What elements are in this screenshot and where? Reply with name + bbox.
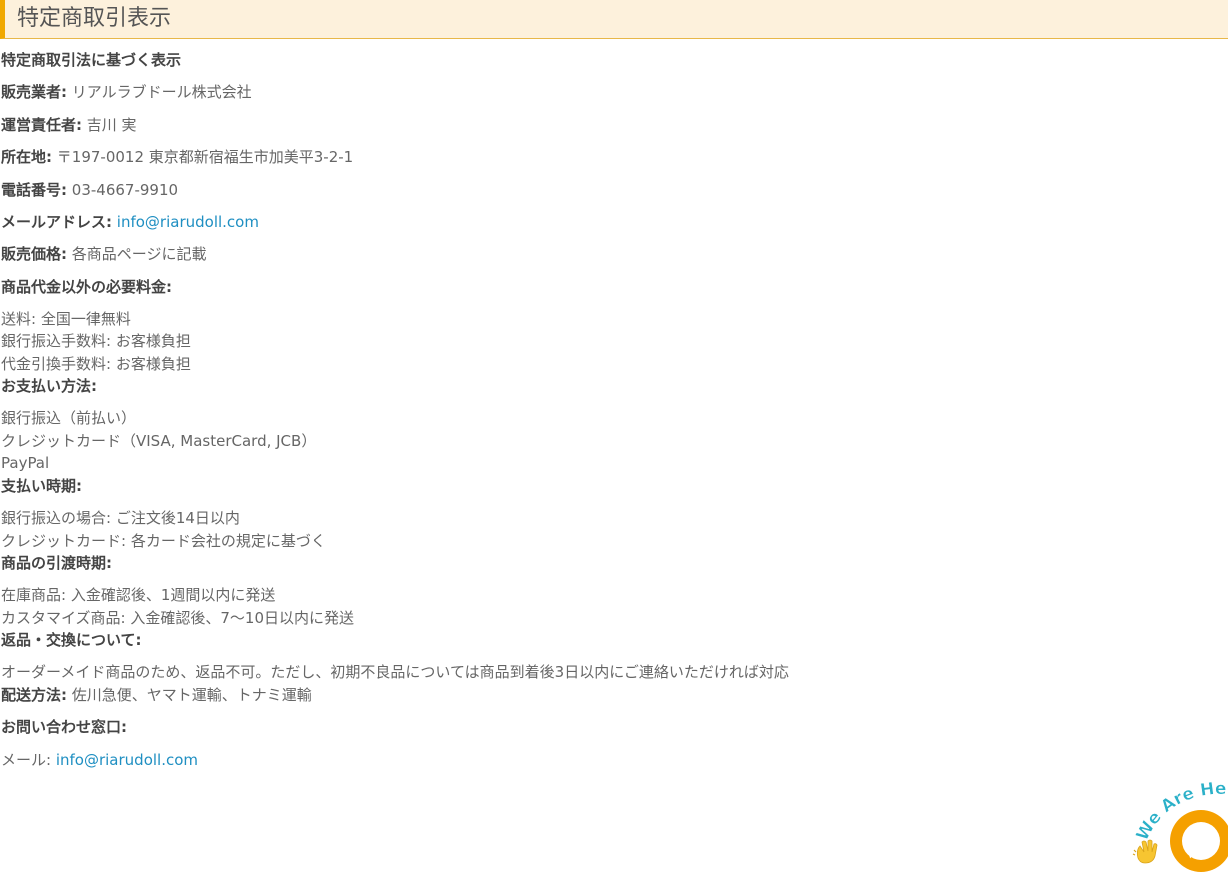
shipping-row: 配送方法: 佐川急便、ヤマト運輸、トナミ運輸 [1,685,312,705]
shipping-label: 配送方法: [1,686,67,704]
email-label: メールアドレス: [1,213,112,231]
contact-row: メール: info@riarudoll.com [1,750,198,770]
address-row: 所在地: 〒197-0012 東京都新宿福生市加美平3-2-1 [1,147,353,167]
seller-value: リアルラブドール株式会社 [71,83,252,101]
seller-row: 販売業者: リアルラブドール株式会社 [1,82,252,102]
contact-label: お問い合わせ窓口: [1,718,127,736]
chat-bubble-icon[interactable] [1170,810,1228,872]
payment-timing-label: 支払い時期: [1,477,82,495]
manager-label: 運営責任者: [1,116,82,134]
manager-row: 運営責任者: 吉川 実 [1,115,137,135]
phone-row: 電話番号: 03-4667-9910 [1,180,178,200]
list-item: 在庫商品: 入金確認後、1週間以内に発送 [1,586,276,604]
list-item: 代金引換手数料: お客様負担 [1,355,191,373]
list-item: カスタマイズ商品: 入金確認後、7〜10日以内に発送 [1,609,355,627]
address-value: 〒197-0012 東京都新宿福生市加美平3-2-1 [56,148,354,166]
price-row: 販売価格: 各商品ページに記載 [1,244,206,264]
list-item: 送料: 全国一律無料 [1,310,131,328]
delivery-timing-label: 商品の引渡時期: [1,554,112,572]
contact-email-link[interactable]: info@riarudoll.com [56,751,198,769]
list-item: クレジットカード: 各カード会社の規定に基づく [1,532,326,550]
seller-label: 販売業者: [1,83,67,101]
chat-widget[interactable]: We Are Here! [1128,780,1228,892]
manager-value: 吉川 実 [86,116,137,134]
waving-hand-icon [1132,839,1158,864]
section-heading: 特定商取引法に基づく表示 [1,51,182,69]
address-label: 所在地: [1,148,52,166]
list-item: 銀行振込手数料: お客様負担 [1,332,191,350]
list-item: オーダーメイド商品のため、返品不可。ただし、初期不良品については商品到着後3日以… [1,663,789,681]
price-value: 各商品ページに記載 [71,245,207,263]
shipping-value: 佐川急便、ヤマト運輸、トナミ運輸 [71,686,312,704]
price-label: 販売価格: [1,245,67,263]
list-item: クレジットカード（VISA, MasterCard, JCB） [1,432,317,450]
returns-label: 返品・交換について: [1,631,142,649]
email-link[interactable]: info@riarudoll.com [117,213,259,231]
email-row: メールアドレス: info@riarudoll.com [1,212,259,232]
contact-prefix: メール: [1,751,52,769]
payment-methods-label: お支払い方法: [1,377,97,395]
phone-label: 電話番号: [1,181,67,199]
page-title: 特定商取引表示 [17,6,172,31]
extra-fees-label: 商品代金以外の必要料金: [1,278,172,296]
header-bar: 特定商取引表示 [0,0,1228,39]
list-item: PayPal [1,454,50,472]
page: 特定商取引表示 特定商取引法に基づく表示 販売業者: リアルラブドール株式会社 … [0,0,1228,892]
list-item: 銀行振込（前払い） [1,409,137,427]
phone-value: 03-4667-9910 [71,181,179,199]
list-item: 銀行振込の場合: ご注文後14日以内 [1,509,240,527]
